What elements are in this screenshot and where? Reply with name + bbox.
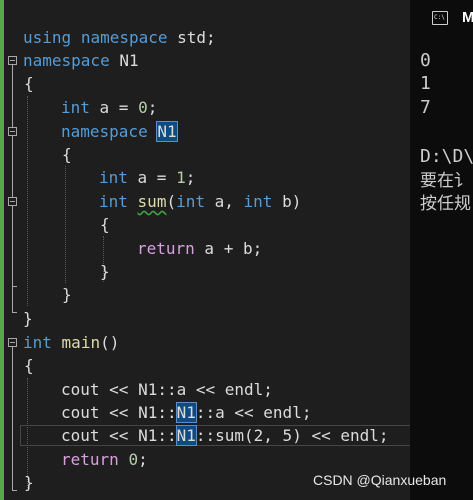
brace: }: [62, 285, 72, 304]
code-line-6[interactable]: {: [62, 143, 72, 166]
code-text: (: [166, 192, 177, 211]
code-line-15[interactable]: {: [24, 354, 34, 377]
keyword-namespace: namespace: [23, 51, 110, 70]
namespace-name: N1: [119, 51, 139, 70]
csdn-watermark: CSDN @Qianxueban: [313, 472, 447, 488]
brace: {: [24, 74, 34, 93]
code-editor[interactable]: using namespace std; namespace N1 { int …: [0, 0, 410, 500]
brace: {: [100, 215, 110, 234]
code-text: a,: [205, 192, 244, 211]
keyword-int: int: [61, 98, 90, 117]
fold-toggle-sum-function[interactable]: [8, 197, 17, 206]
code-line-8[interactable]: int sum(int a, int b): [99, 190, 301, 213]
fold-range-end: [12, 286, 17, 287]
brace: {: [62, 145, 72, 164]
keyword-int: int: [99, 192, 128, 211]
code-line-7[interactable]: int a = 1;: [99, 166, 195, 189]
change-tracking-bar: [0, 0, 4, 500]
screenshot-root: using namespace std; namespace N1 { int …: [0, 0, 473, 500]
fold-range-end: [12, 490, 17, 491]
code-text: ;: [138, 450, 148, 469]
code-line-14[interactable]: int main(): [23, 331, 119, 354]
brace: }: [24, 473, 34, 492]
fold-range-line: [12, 347, 13, 490]
code-line-12[interactable]: }: [62, 283, 72, 306]
code-text: cout << N1::: [61, 403, 177, 422]
code-line-2[interactable]: namespace N1: [23, 49, 139, 72]
code-line-20[interactable]: }: [24, 471, 34, 494]
fold-range-line: [12, 206, 13, 286]
console-output-prompt: 按任规: [420, 194, 471, 214]
code-text: a =: [89, 98, 139, 117]
code-line-19[interactable]: return 0;: [61, 448, 148, 471]
namespace-name-highlighted: N1: [156, 121, 178, 142]
keyword-return: return: [137, 239, 195, 258]
keyword-return: return: [61, 450, 119, 469]
keyword-int: int: [243, 192, 273, 211]
function-name-main: main: [61, 333, 101, 352]
function-name-sum: sum: [137, 192, 167, 211]
console-output-path: D:\D\: [420, 146, 473, 167]
console-tab-title: M: [462, 9, 473, 26]
code-line-3[interactable]: {: [24, 72, 34, 95]
console-output-line: 1: [420, 73, 431, 94]
code-line-5[interactable]: namespace N1: [61, 120, 178, 143]
code-line-18[interactable]: cout << N1::N1::sum(2, 5) << endl;: [61, 424, 389, 447]
console-tab[interactable]: C:\ M: [410, 0, 473, 38]
code-line-10[interactable]: return a + b;: [137, 237, 262, 260]
namespace-ref-highlighted: N1: [175, 425, 197, 446]
code-text: ::sum(2, 5) << endl;: [195, 426, 389, 445]
fold-range-end: [12, 312, 17, 313]
console-output-message: 要在讠: [420, 171, 471, 191]
keyword-namespace: namespace: [61, 122, 148, 141]
code-text: b): [272, 192, 302, 211]
code-line-11[interactable]: }: [100, 260, 110, 283]
keyword-namespace: namespace: [80, 28, 168, 47]
keyword-using: using: [23, 28, 72, 47]
brace: {: [24, 356, 34, 375]
code-text: cout << N1::a << endl;: [61, 380, 273, 399]
namespace-ref-highlighted: N1: [175, 402, 197, 423]
code-text: cout << N1::: [61, 426, 177, 445]
brace: }: [23, 309, 33, 328]
keyword-int: int: [176, 192, 205, 211]
code-text: ;: [147, 98, 158, 117]
code-line-1[interactable]: using namespace std;: [23, 26, 216, 49]
number-literal: 1: [176, 168, 186, 187]
brace: }: [100, 262, 110, 281]
code-line-17[interactable]: cout << N1::N1::a << endl;: [61, 401, 311, 424]
indent-guide: [27, 96, 28, 306]
fold-toggle-main-function[interactable]: [8, 338, 17, 347]
code-text: (): [100, 333, 120, 352]
fold-toggle-nested-namespace[interactable]: [8, 127, 17, 136]
indent-guide: [65, 166, 66, 283]
console-output-line: 7: [420, 97, 431, 118]
console-output-line: 0: [420, 50, 431, 71]
keyword-int: int: [99, 168, 128, 187]
code-text: a =: [127, 168, 177, 187]
code-text: ::a << endl;: [195, 403, 312, 422]
number-literal: 0: [138, 98, 148, 117]
code-text: a + b;: [194, 239, 263, 258]
number-literal: 0: [128, 450, 139, 469]
keyword-int: int: [23, 333, 52, 352]
terminal-icon: C:\: [432, 11, 448, 25]
console-window[interactable]: C:\ M 0 1 7 D:\D\ 要在讠 按任规: [410, 0, 473, 500]
code-line-9[interactable]: {: [100, 213, 110, 236]
fold-toggle-namespace-n1[interactable]: [8, 56, 17, 65]
code-text: ;: [185, 168, 196, 187]
code-line-4[interactable]: int a = 0;: [61, 96, 157, 119]
code-line-16[interactable]: cout << N1::a << endl;: [61, 378, 273, 401]
identifier-std: std;: [177, 28, 216, 47]
code-line-13[interactable]: }: [23, 307, 33, 330]
